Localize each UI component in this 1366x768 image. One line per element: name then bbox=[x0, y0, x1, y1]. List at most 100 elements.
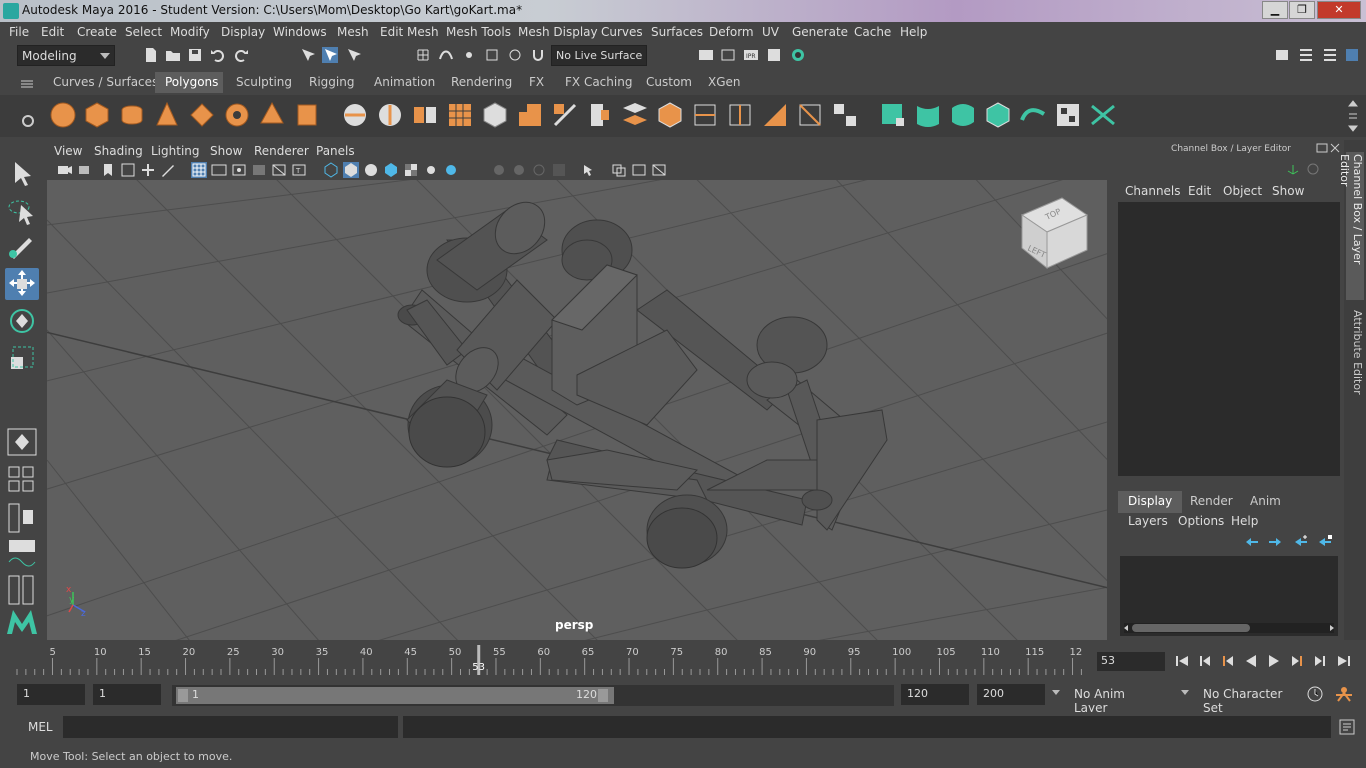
scroll-right-icon[interactable] bbox=[1328, 624, 1336, 632]
shelf-tab-polygons[interactable]: Polygons bbox=[155, 72, 223, 93]
render-frame-icon[interactable] bbox=[720, 47, 736, 63]
paint-select-tool-icon[interactable] bbox=[5, 230, 39, 262]
snap-to-curve-icon[interactable] bbox=[438, 47, 454, 63]
hypershade-icon[interactable] bbox=[790, 47, 806, 63]
poly-pyramid-icon[interactable] bbox=[257, 100, 287, 130]
side-tab-attribute-editor[interactable]: Attribute Editor bbox=[1346, 310, 1364, 405]
mel-command-input[interactable] bbox=[63, 716, 398, 738]
menu-surfaces[interactable]: Surfaces bbox=[651, 25, 703, 39]
bookmark-icon[interactable] bbox=[100, 162, 116, 178]
viewport-menu-view[interactable]: View bbox=[54, 144, 82, 158]
select-tool-icon[interactable] bbox=[5, 158, 39, 190]
gate-mask-icon[interactable] bbox=[251, 162, 267, 178]
shelf-settings-gear-icon[interactable] bbox=[20, 113, 36, 129]
layer-horizontal-scrollbar[interactable] bbox=[1124, 623, 1334, 633]
shelf-tab-rigging[interactable]: Rigging bbox=[309, 75, 354, 89]
xray-joints-icon[interactable] bbox=[631, 162, 647, 178]
multi-cut-icon[interactable] bbox=[690, 100, 720, 130]
channel-box-menu-object[interactable]: Object bbox=[1223, 184, 1262, 198]
camera-icon[interactable] bbox=[57, 162, 73, 178]
smooth-icon[interactable] bbox=[445, 100, 475, 130]
move-layer-up-icon[interactable] bbox=[1244, 536, 1260, 548]
play-backward-icon[interactable] bbox=[1243, 653, 1259, 669]
animation-preferences-icon[interactable] bbox=[1334, 685, 1354, 703]
auto-key-icon[interactable] bbox=[1306, 685, 1324, 703]
viewport-menu-lighting[interactable]: Lighting bbox=[151, 144, 200, 158]
close-panel-icon[interactable] bbox=[1330, 143, 1340, 153]
poly-torus-icon[interactable] bbox=[222, 100, 252, 130]
screen-space-ao-icon[interactable] bbox=[491, 162, 507, 178]
mirror-icon[interactable] bbox=[410, 100, 440, 130]
playback-end-field[interactable]: 120 bbox=[901, 684, 969, 705]
menu-display[interactable]: Display bbox=[221, 25, 265, 39]
shelf-tab-sculpting[interactable]: Sculpting bbox=[236, 75, 292, 89]
two-d-pan-zoom-icon[interactable] bbox=[140, 162, 156, 178]
scale-tool-icon[interactable] bbox=[5, 343, 39, 375]
side-tab-channel-box[interactable]: Channel Box / Layer Editor bbox=[1338, 152, 1364, 300]
redo-icon[interactable] bbox=[233, 47, 249, 63]
menu-edit[interactable]: Edit bbox=[41, 25, 64, 39]
shelf-tab-fx[interactable]: FX bbox=[529, 75, 544, 89]
layer-menu-help[interactable]: Help bbox=[1231, 514, 1258, 528]
select-object-icon[interactable] bbox=[322, 47, 338, 63]
playback-start-field[interactable]: 1 bbox=[93, 684, 161, 705]
ipr-render-icon[interactable]: IPR bbox=[743, 47, 759, 63]
viewport-menu-panels[interactable]: Panels bbox=[316, 144, 355, 158]
hypershade-layout-icon[interactable] bbox=[5, 574, 39, 606]
textured-icon[interactable] bbox=[403, 162, 419, 178]
snap-to-grid-icon[interactable] bbox=[415, 47, 431, 63]
layer-tab-anim[interactable]: Anim bbox=[1240, 491, 1291, 513]
shelf-menu-icon[interactable] bbox=[20, 80, 34, 88]
move-tool-icon[interactable] bbox=[5, 268, 39, 300]
mel-label[interactable]: MEL bbox=[28, 720, 53, 734]
perspective-viewport[interactable]: TOP LEFT x y z persp bbox=[47, 180, 1107, 640]
lasso-tool-icon[interactable] bbox=[5, 195, 39, 227]
undo-icon[interactable] bbox=[210, 47, 226, 63]
snap-to-view-plane-icon[interactable] bbox=[484, 47, 500, 63]
range-slider-fill[interactable] bbox=[176, 687, 614, 704]
spherical-uv-icon[interactable] bbox=[948, 100, 978, 130]
channel-box-menu-show[interactable]: Show bbox=[1272, 184, 1304, 198]
step-back-frame-icon[interactable] bbox=[1197, 653, 1213, 669]
append-polygon-icon[interactable] bbox=[760, 100, 790, 130]
grid-toggle-icon[interactable] bbox=[191, 162, 207, 178]
minimize-button[interactable]: ▁ bbox=[1262, 1, 1288, 19]
shelf-tab-curves-surfaces[interactable]: Curves / Surfaces bbox=[53, 75, 158, 89]
play-forward-icon[interactable] bbox=[1266, 653, 1282, 669]
go-kart-model[interactable] bbox=[397, 192, 888, 569]
menu-mesh-display[interactable]: Mesh Display bbox=[518, 25, 598, 39]
save-scene-icon[interactable] bbox=[187, 47, 203, 63]
insert-edge-loop-icon[interactable] bbox=[725, 100, 755, 130]
remesh-icon[interactable] bbox=[515, 100, 545, 130]
tool-settings-toggle-icon[interactable] bbox=[1322, 47, 1338, 63]
step-forward-frame-icon[interactable] bbox=[1312, 653, 1328, 669]
xray-icon[interactable] bbox=[611, 162, 627, 178]
create-layer-from-selected-icon[interactable] bbox=[1317, 534, 1333, 548]
menu-modify[interactable]: Modify bbox=[170, 25, 210, 39]
target-weld-icon[interactable] bbox=[795, 100, 825, 130]
shelf-tab-custom[interactable]: Custom bbox=[646, 75, 692, 89]
auto-uv-icon[interactable] bbox=[983, 100, 1013, 130]
step-back-key-icon[interactable] bbox=[1220, 653, 1236, 669]
scroll-left-icon[interactable] bbox=[1122, 624, 1130, 632]
motion-blur-icon[interactable] bbox=[511, 162, 527, 178]
bevel-icon[interactable] bbox=[655, 100, 685, 130]
range-slider[interactable]: 1 120 bbox=[172, 685, 894, 706]
menu-file[interactable]: File bbox=[9, 25, 29, 39]
lights-icon[interactable] bbox=[423, 162, 439, 178]
poly-pipe-icon[interactable] bbox=[292, 100, 322, 130]
select-hierarchy-icon[interactable] bbox=[300, 47, 316, 63]
xray-active-components-icon[interactable] bbox=[651, 162, 667, 178]
menu-help[interactable]: Help bbox=[900, 25, 927, 39]
render-settings-icon[interactable] bbox=[766, 47, 782, 63]
anti-aliasing-icon[interactable] bbox=[531, 162, 547, 178]
go-to-end-icon[interactable] bbox=[1336, 653, 1352, 669]
shelf-tab-fx-caching[interactable]: FX Caching bbox=[565, 75, 632, 89]
wireframe-icon[interactable] bbox=[323, 162, 339, 178]
render-view-icon[interactable] bbox=[698, 47, 714, 63]
range-start-handle[interactable] bbox=[178, 689, 188, 702]
shelf-tab-rendering[interactable]: Rendering bbox=[451, 75, 512, 89]
depth-of-field-icon[interactable] bbox=[551, 162, 567, 178]
wireframe-on-shaded-icon[interactable] bbox=[383, 162, 399, 178]
shelf-tab-animation[interactable]: Animation bbox=[374, 75, 435, 89]
